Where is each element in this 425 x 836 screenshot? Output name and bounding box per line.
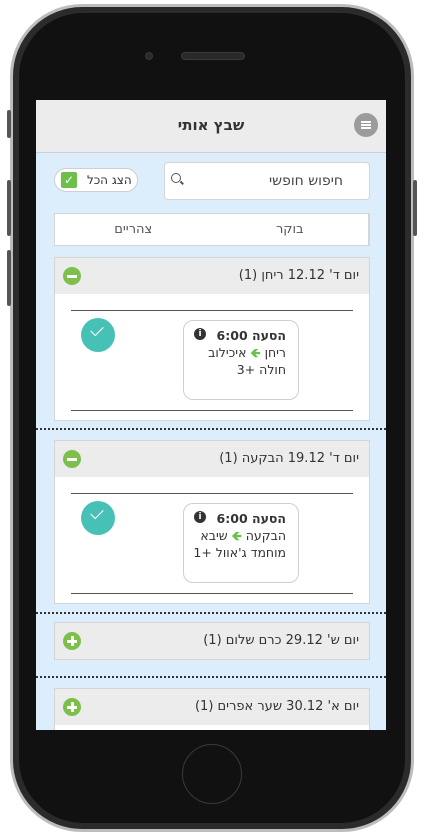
day-header[interactable]: יום ד' 12.12 ריחן (1)	[55, 258, 369, 294]
ride-to: שיבא	[200, 528, 228, 543]
arrow-left-icon: 🡸	[250, 345, 261, 360]
top-bar: שבץ אותי	[36, 100, 386, 153]
day-group: יום ש' 29.12 כרם שלום (1)	[54, 622, 370, 660]
tab-afternoon[interactable]: צהריים	[55, 214, 212, 245]
home-button[interactable]	[182, 744, 242, 804]
info-icon[interactable]: i	[194, 511, 206, 523]
dotted-separator	[36, 612, 386, 614]
day-body: i הסעה 6:00 ריחן 🡸 איכילוב חולה +3	[55, 294, 369, 411]
day-header[interactable]: יום א' 30.12 שער אפרים (1)	[55, 689, 369, 725]
divider	[71, 410, 353, 411]
divider	[71, 493, 353, 494]
divider	[71, 310, 353, 311]
camera-icon	[145, 52, 153, 60]
arrow-left-icon: 🡸	[231, 528, 242, 543]
checkbox-checked-icon[interactable]: ✓	[61, 172, 77, 188]
collapse-icon[interactable]	[63, 450, 81, 468]
ride-card[interactable]: i הסעה 6:00 הבקעה 🡸 שיבא מוחמד ג'אוול +1	[183, 503, 299, 583]
day-header-text: יום ש' 29.12 כרם שלום (1)	[203, 633, 359, 648]
ride-from: ריחן	[264, 345, 286, 360]
search-row: הצג הכל ✓ חיפוש חופשי	[36, 162, 386, 200]
expand-icon[interactable]	[63, 698, 81, 716]
day-header[interactable]: יום ד' 19.12 הבקעה (1)	[55, 441, 369, 477]
day-header-text: יום א' 30.12 שער אפרים (1)	[194, 699, 359, 714]
side-button-left-2	[7, 180, 11, 236]
speaker-grille	[181, 52, 245, 60]
app-screen: שבץ אותי הצג הכל ✓ חיפוש חופשי צהריים בו…	[36, 100, 386, 730]
hamburger-icon[interactable]	[354, 113, 378, 137]
day-header[interactable]: יום ש' 29.12 כרם שלום (1)	[55, 623, 369, 659]
tab-morning[interactable]: בוקר	[212, 214, 369, 245]
ride-title: הסעה 6:00	[216, 511, 286, 526]
ride-to: איכילוב	[208, 345, 247, 360]
day-group: יום א' 30.12 שער אפרים (1)	[54, 688, 370, 730]
collapse-icon[interactable]	[63, 267, 81, 285]
divider	[71, 593, 353, 594]
side-button-right	[413, 180, 417, 236]
ride-card[interactable]: i הסעה 6:00 ריחן 🡸 איכילוב חולה +3	[183, 320, 299, 400]
side-button-left-3	[7, 250, 11, 306]
expand-icon[interactable]	[63, 632, 81, 650]
ride-from: הבקעה	[245, 528, 286, 543]
check-circle-icon[interactable]	[81, 318, 115, 352]
ride-passenger: מוחמד ג'אוול +1	[193, 545, 286, 560]
day-group: יום ד' 19.12 הבקעה (1) i הסעה 6:00 הבקעה …	[54, 440, 370, 604]
show-all-label: הצג הכל	[87, 173, 132, 187]
ride-title: הסעה 6:00	[216, 328, 286, 343]
app-title: שבץ אותי	[177, 116, 245, 134]
search-placeholder: חיפוש חופשי	[269, 173, 343, 189]
side-button-left-1	[7, 110, 11, 138]
shift-tabs: צהריים בוקר	[54, 213, 370, 246]
day-group: יום ד' 12.12 ריחן (1) i הסעה 6:00 ריחן 🡸 …	[54, 257, 370, 421]
search-icon	[171, 173, 181, 183]
show-all-toggle[interactable]: הצג הכל ✓	[54, 168, 138, 192]
check-circle-icon[interactable]	[81, 501, 115, 535]
dotted-separator	[36, 676, 386, 678]
day-header-text: יום ד' 12.12 ריחן (1)	[238, 268, 359, 283]
info-icon[interactable]: i	[194, 328, 206, 340]
ride-passenger: חולה +3	[236, 362, 286, 377]
dotted-separator	[36, 428, 386, 430]
day-header-text: יום ד' 19.12 הבקעה (1)	[219, 451, 359, 466]
search-input[interactable]: חיפוש חופשי	[164, 162, 370, 200]
day-body: i הסעה 6:00 הבקעה 🡸 שיבא מוחמד ג'אוול +1	[55, 477, 369, 594]
